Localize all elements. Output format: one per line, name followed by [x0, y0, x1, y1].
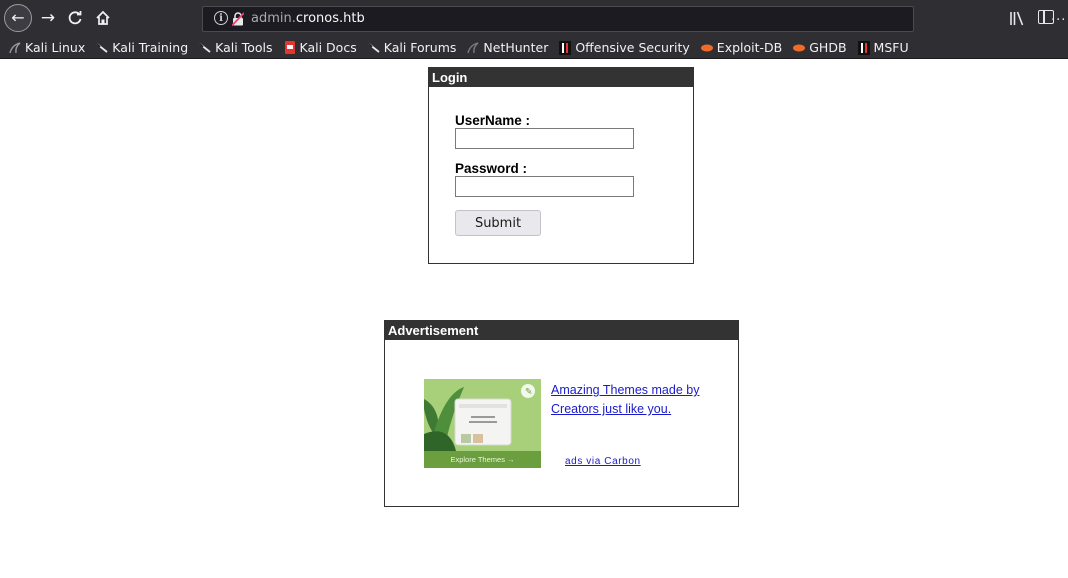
username-label: UserName :	[455, 113, 531, 128]
svg-text:✎: ✎	[525, 388, 533, 398]
kali-dragon-icon	[198, 41, 212, 55]
bookmark-offensive-security[interactable]: Offensive Security	[558, 37, 693, 59]
exploitdb-icon	[792, 41, 806, 55]
kali-dragon-icon	[95, 41, 109, 55]
bookmark-label: Kali Docs	[299, 40, 357, 55]
ad-illustration: ✎	[424, 379, 541, 451]
info-icon[interactable]: i	[214, 11, 228, 25]
kali-dragon-icon	[367, 41, 381, 55]
bookmark-label: GHDB	[809, 40, 847, 55]
bookmark-kali-tools[interactable]: Kali Tools	[198, 37, 276, 59]
bookmark-label: Exploit-DB	[716, 40, 783, 55]
bookmark-label: Kali Tools	[215, 40, 273, 55]
bookmark-label: Kali Training	[112, 40, 189, 55]
bookmark-label: Kali Forums	[383, 40, 457, 55]
browser-toolbar: ← → i admin.cronos.htb ··· ☆	[0, 0, 1068, 37]
home-icon	[96, 10, 110, 25]
bookmark-kali-training[interactable]: Kali Training	[95, 37, 192, 59]
bookmark-label: NetHunter	[483, 40, 549, 55]
home-button[interactable]	[91, 6, 115, 30]
bookmarks-bar: Kali Linux Kali Training Kali Tools Kali…	[0, 37, 1068, 59]
ad-link[interactable]: Amazing Themes made by Creators just lik…	[551, 381, 711, 419]
advertisement-header: Advertisement	[385, 321, 738, 340]
username-input[interactable]	[455, 128, 634, 149]
back-button[interactable]: ←	[4, 4, 32, 32]
nethunter-icon	[466, 41, 480, 55]
bookmark-msfu[interactable]: MSFU	[857, 37, 913, 59]
password-label: Password :	[455, 161, 528, 176]
password-input[interactable]	[455, 176, 634, 197]
offsec-icon	[558, 40, 572, 55]
bookmark-kali-forums[interactable]: Kali Forums	[367, 37, 461, 59]
library-icon[interactable]	[1009, 10, 1025, 26]
kali-docs-icon	[283, 41, 297, 55]
arrow-left-icon: ←	[11, 8, 25, 27]
bookmark-exploit-db[interactable]: Exploit-DB	[700, 37, 786, 59]
reload-button[interactable]	[63, 6, 87, 30]
ad-image-caption: Explore Themes →	[424, 451, 541, 468]
url-bar[interactable]: i admin.cronos.htb ··· ☆	[202, 6, 1065, 32]
bookmark-label: Offensive Security	[575, 40, 690, 55]
exploitdb-icon	[700, 41, 714, 55]
bookmark-label: MSFU	[873, 40, 909, 55]
login-panel: Login UserName : Password : Submit	[428, 67, 694, 264]
bookmark-kali-docs[interactable]: Kali Docs	[283, 37, 361, 59]
url-text[interactable]: admin.cronos.htb	[251, 11, 365, 26]
forward-button[interactable]: →	[36, 6, 60, 30]
bookmark-nethunter[interactable]: NetHunter	[466, 37, 552, 59]
sidebar-icon[interactable]	[1038, 10, 1054, 24]
bookmark-label: Kali Linux	[25, 40, 86, 55]
login-header: Login	[429, 68, 693, 87]
url-domain: cronos.htb	[295, 11, 365, 26]
kali-dragon-icon	[8, 41, 22, 55]
bookmark-ghdb[interactable]: GHDB	[792, 37, 850, 59]
ad-image[interactable]: ✎ Explore Themes →	[424, 379, 541, 468]
bookmark-kali-linux[interactable]: Kali Linux	[8, 37, 89, 59]
insecure-lock-icon[interactable]	[232, 12, 244, 26]
reload-icon	[68, 11, 82, 25]
offsec-icon	[857, 40, 871, 55]
ads-via-carbon-link[interactable]: ads via Carbon	[565, 456, 641, 467]
arrow-right-icon: →	[40, 7, 56, 28]
submit-button[interactable]: Submit	[455, 210, 541, 236]
advertisement-panel: Advertisement ✎ Explore Themes → Amazing…	[384, 320, 739, 507]
url-subdomain: admin.	[251, 11, 296, 26]
